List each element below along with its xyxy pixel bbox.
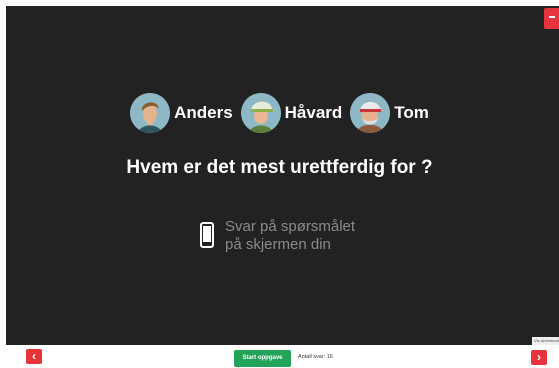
answer-prompt: Svar på spørsmålet på skjermen din	[200, 218, 355, 254]
tooltip: Vis skrivebord	[532, 337, 559, 345]
character-name: Tom	[394, 103, 429, 122]
character-row: Anders Håvard Tom	[0, 90, 559, 136]
chevron-right-icon: ›	[537, 350, 541, 364]
character-anders: Anders	[130, 93, 233, 133]
answer-prompt-line2: på skjermen din	[225, 236, 331, 253]
answer-prompt-line1: Svar på spørsmålet	[225, 218, 356, 235]
answer-count: Antall svar: 16	[298, 354, 333, 360]
previous-button[interactable]: ‹	[26, 349, 42, 364]
menu-icon	[549, 16, 555, 18]
havard-avatar-icon	[240, 93, 281, 133]
start-task-button[interactable]: Start oppgave	[234, 350, 291, 367]
character-name: Anders	[174, 103, 233, 122]
anders-avatar-icon	[130, 93, 171, 133]
character-name: Håvard	[284, 103, 343, 122]
character-tom: Tom	[350, 93, 429, 133]
character-havard: Håvard	[240, 93, 343, 133]
chevron-left-icon: ‹	[32, 349, 36, 363]
next-button[interactable]: ›	[531, 350, 547, 365]
tom-avatar-icon	[350, 93, 391, 133]
phone-icon	[200, 222, 214, 248]
menu-button[interactable]	[544, 8, 559, 29]
question-text: Hvem er det mest urettferdig for ?	[126, 157, 433, 178]
